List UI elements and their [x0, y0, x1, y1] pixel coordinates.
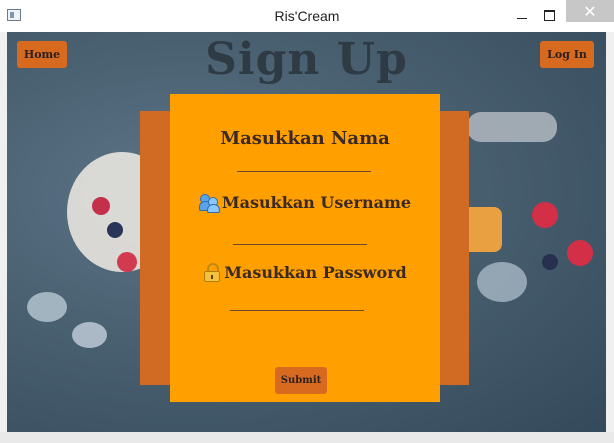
close-icon: ✕: [583, 1, 597, 21]
home-button[interactable]: Home: [17, 41, 67, 68]
page-title: Sign Up: [205, 34, 408, 85]
berry-decoration: [92, 197, 110, 215]
name-label-text: Masukkan Nama: [220, 128, 390, 149]
scoop-decoration: [467, 112, 557, 142]
username-label: Masukkan Username: [170, 192, 440, 213]
signup-form-panel: Masukkan Nama Masukkan Username Masukkan…: [170, 94, 440, 402]
berry-decoration: [107, 222, 123, 238]
users-icon: [198, 192, 220, 213]
username-input[interactable]: [233, 244, 367, 245]
berry-decoration: [532, 202, 558, 228]
password-input[interactable]: [230, 310, 364, 311]
berry-decoration: [567, 240, 593, 266]
password-label-text: Masukkan Password: [224, 262, 407, 282]
berry-decoration: [117, 252, 137, 272]
name-label: Masukkan Nama: [170, 128, 440, 149]
username-label-text: Masukkan Username: [221, 192, 412, 212]
ice-decoration: [477, 262, 527, 302]
window-titlebar: Ris'Cream ✕: [0, 0, 614, 32]
window-bottom-border: [0, 432, 614, 443]
password-label: Masukkan Password: [170, 262, 440, 282]
submit-button[interactable]: Submit: [275, 367, 327, 394]
close-button[interactable]: ✕: [566, 0, 614, 22]
ice-decoration: [72, 322, 107, 348]
berry-decoration: [542, 254, 558, 270]
login-button[interactable]: Log In: [540, 41, 594, 68]
name-input[interactable]: [237, 171, 371, 172]
ice-decoration: [27, 292, 67, 322]
lock-icon: [203, 262, 221, 282]
main-content: Sign Up Home Log In Masukkan Nama Masukk…: [7, 32, 606, 432]
maximize-button[interactable]: [527, 0, 571, 30]
